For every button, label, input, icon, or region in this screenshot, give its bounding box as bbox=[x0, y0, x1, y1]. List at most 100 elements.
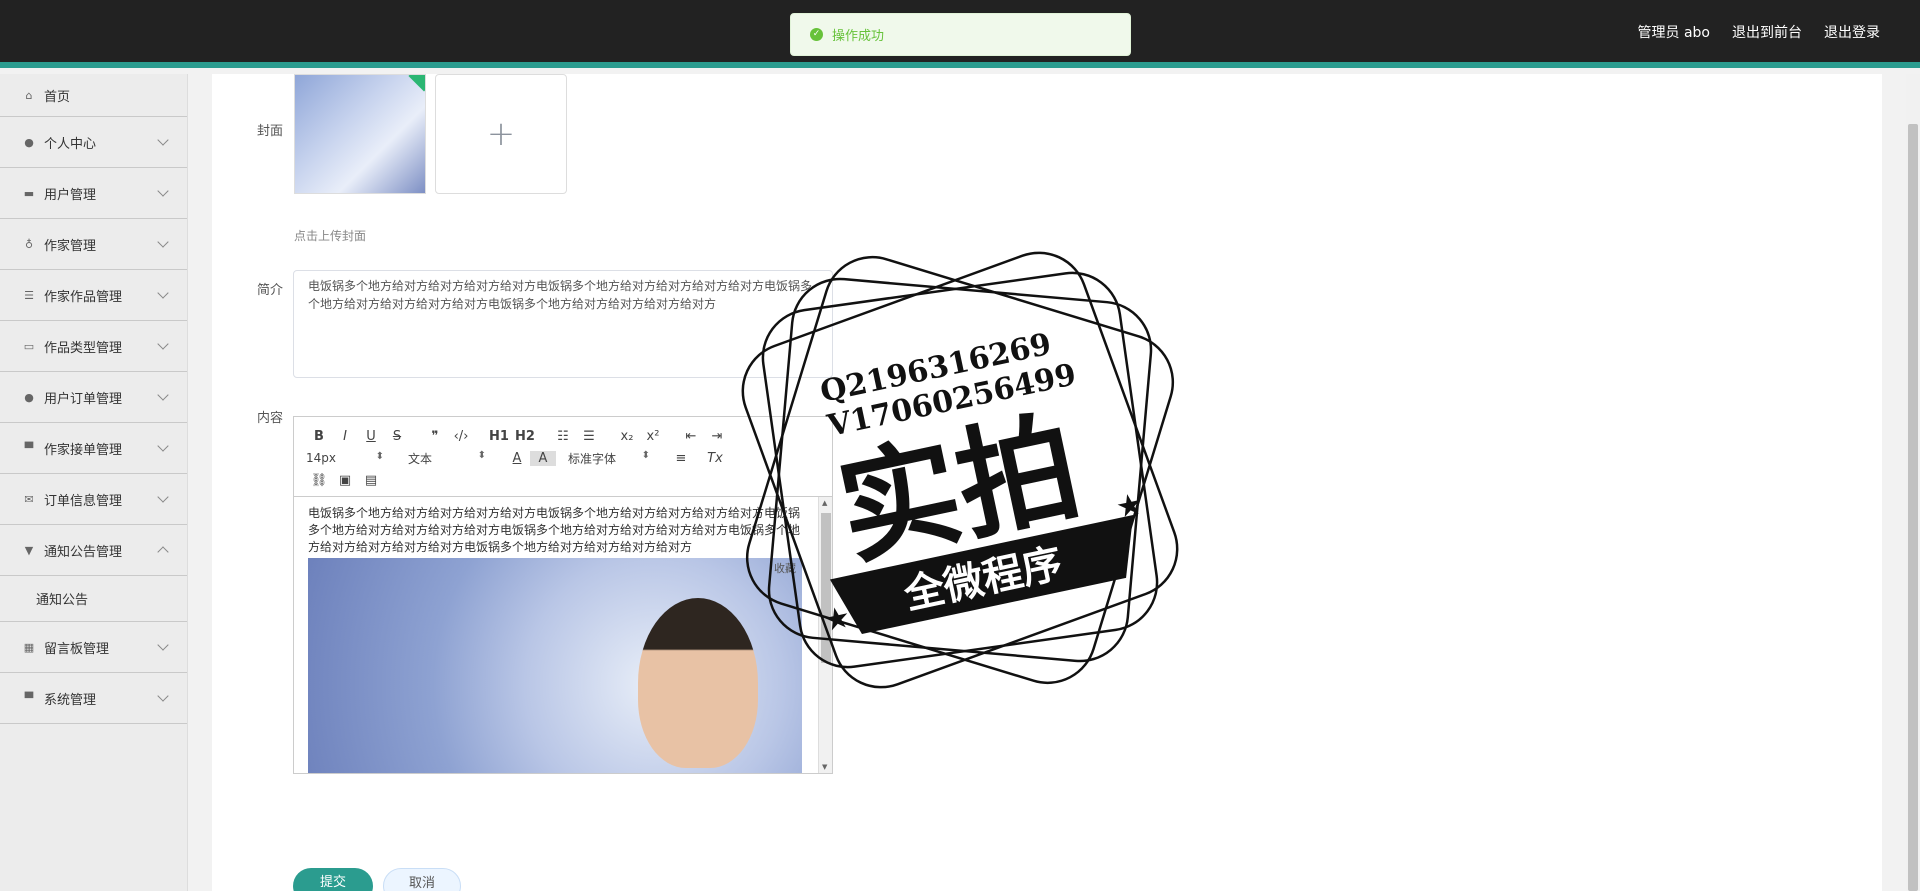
logout-link[interactable]: 退出登录 bbox=[1824, 22, 1880, 42]
chevron-up-icon bbox=[157, 546, 169, 558]
monitor-icon: ▀ bbox=[24, 441, 34, 455]
font-family-value: 标准字体 bbox=[568, 451, 617, 466]
home-icon: ⌂ bbox=[25, 88, 33, 102]
cancel-button[interactable]: 取消 bbox=[383, 868, 461, 891]
sidebar-item-label: 通知公告管理 bbox=[44, 544, 123, 560]
chevron-down-icon bbox=[157, 639, 169, 651]
sidebar-item-label: 首页 bbox=[44, 89, 71, 105]
pin-icon: ▼ bbox=[24, 543, 34, 557]
admin-label: 管理员 abo bbox=[1637, 25, 1710, 41]
subscript-icon[interactable]: x₂ bbox=[614, 429, 640, 444]
sidebar-item-order-info[interactable]: ✉ 订单信息管理 bbox=[0, 474, 187, 525]
superscript-icon[interactable]: x² bbox=[640, 429, 666, 444]
sidebar-item-label: 用户订单管理 bbox=[44, 391, 123, 407]
align-icon[interactable]: ≡ bbox=[668, 451, 694, 466]
sidebar-subitem-label: 通知公告 bbox=[36, 593, 89, 608]
image-caption: 收藏 bbox=[774, 562, 796, 575]
plus-icon: + bbox=[486, 114, 516, 154]
chevron-down-icon bbox=[157, 389, 169, 401]
code-icon[interactable]: ‹/› bbox=[448, 429, 474, 444]
chevron-down-icon bbox=[157, 287, 169, 299]
text-type-value: 文本 bbox=[408, 451, 433, 466]
editor-scrollbar[interactable]: ▲ ▼ bbox=[818, 497, 832, 773]
chevron-down-icon bbox=[157, 185, 169, 197]
underline-button[interactable]: U bbox=[358, 429, 384, 444]
editor-image[interactable]: 收藏 bbox=[308, 558, 802, 773]
portrait-figure bbox=[638, 598, 758, 768]
italic-button[interactable]: I bbox=[332, 429, 358, 444]
sidebar-item-system[interactable]: ▀ 系统管理 bbox=[0, 673, 187, 724]
video-icon[interactable]: ▤ bbox=[358, 473, 384, 488]
ordered-list-icon[interactable]: ☷ bbox=[550, 429, 576, 444]
success-toast: ✓ 操作成功 bbox=[790, 13, 1131, 56]
font-size-select[interactable]: 14px bbox=[306, 451, 392, 465]
to-front-link[interactable]: 退出到前台 bbox=[1732, 22, 1802, 42]
sliders-icon: ☰ bbox=[24, 288, 34, 302]
editor-scroll-thumb[interactable] bbox=[821, 513, 831, 663]
mail-icon: ✉ bbox=[24, 492, 34, 506]
submit-button[interactable]: 提交 bbox=[293, 868, 373, 891]
link-icon[interactable]: ⛓ bbox=[306, 473, 332, 488]
outdent-icon[interactable]: ⇤ bbox=[678, 429, 704, 444]
chevron-down-icon bbox=[157, 338, 169, 350]
sidebar-item-writers[interactable]: ♁ 作家管理 bbox=[0, 219, 187, 270]
cover-image[interactable] bbox=[294, 74, 426, 194]
bold-button[interactable]: B bbox=[306, 429, 332, 444]
page-scrollbar[interactable] bbox=[1906, 74, 1920, 891]
scroll-down-icon[interactable]: ▼ bbox=[822, 763, 827, 771]
clear-format-icon[interactable]: Tx bbox=[702, 451, 728, 466]
indent-icon[interactable]: ⇥ bbox=[704, 429, 730, 444]
ticket-icon: ▬ bbox=[23, 186, 35, 200]
top-actions: 管理员 abo 退出到前台 退出登录 bbox=[1638, 22, 1880, 42]
sidebar-item-profile[interactable]: ● 个人中心 bbox=[0, 117, 187, 168]
chevron-down-icon bbox=[157, 491, 169, 503]
text-type-select[interactable]: 文本 bbox=[408, 450, 494, 467]
person-icon: ● bbox=[24, 390, 34, 404]
image-icon[interactable]: ▣ bbox=[332, 473, 358, 488]
editor-toolbar: B I U S ❞ ‹/› H1 H2 ☷ ☰ x₂ x² ⇤ ⇥ 14px 文… bbox=[294, 417, 832, 497]
card-icon: ▭ bbox=[23, 339, 35, 353]
font-family-select[interactable]: 标准字体 bbox=[568, 450, 658, 467]
scroll-up-icon[interactable]: ▲ bbox=[822, 499, 827, 507]
sidebar-item-work-types[interactable]: ▭ 作品类型管理 bbox=[0, 321, 187, 372]
sidebar-item-label: 作家接单管理 bbox=[44, 442, 123, 458]
sidebar-item-notices[interactable]: ▼ 通知公告管理 bbox=[0, 525, 187, 576]
scrollbar-thumb[interactable] bbox=[1908, 124, 1918, 891]
check-circle-icon: ✓ bbox=[810, 28, 823, 41]
toast-message: 操作成功 bbox=[832, 29, 885, 44]
sidebar-item-label: 留言板管理 bbox=[44, 641, 110, 657]
chevron-down-icon bbox=[157, 134, 169, 146]
h2-button[interactable]: H2 bbox=[512, 429, 538, 444]
font-color-icon[interactable]: A bbox=[504, 451, 530, 466]
sidebar-item-label: 作家管理 bbox=[44, 238, 97, 254]
editor-text: 电饭锅多个地方给对方给对方给对方给对方电饭锅多个地方给对方给对方给对方给对方电饭… bbox=[308, 506, 801, 554]
mic-icon: ♁ bbox=[24, 237, 34, 251]
summary-label: 简介 bbox=[256, 283, 283, 298]
sidebar-item-user-orders[interactable]: ● 用户订单管理 bbox=[0, 372, 187, 423]
sidebar-item-writer-orders[interactable]: ▀ 作家接单管理 bbox=[0, 423, 187, 474]
success-corner-badge bbox=[408, 75, 425, 92]
font-size-value: 14px bbox=[306, 451, 336, 465]
sidebar: ⌂ 首页 ● 个人中心 ▬ 用户管理 ♁ 作家管理 ☰ 作家作品管理 ▭ 作品类… bbox=[0, 74, 188, 891]
background-color-icon[interactable]: A bbox=[530, 450, 556, 466]
sidebar-item-label: 系统管理 bbox=[44, 692, 97, 708]
editor-content[interactable]: 电饭锅多个地方给对方给对方给对方给对方电饭锅多个地方给对方给对方给对方给对方电饭… bbox=[294, 497, 818, 773]
sidebar-subitem-notice[interactable]: 通知公告 bbox=[0, 576, 187, 622]
sidebar-item-label: 作品类型管理 bbox=[44, 340, 123, 356]
sidebar-item-works[interactable]: ☰ 作家作品管理 bbox=[0, 270, 187, 321]
content-label: 内容 bbox=[256, 411, 283, 426]
rich-text-editor: B I U S ❞ ‹/› H1 H2 ☷ ☰ x₂ x² ⇤ ⇥ 14px 文… bbox=[293, 416, 833, 774]
strike-button[interactable]: S bbox=[384, 429, 410, 444]
grid-icon: ▦ bbox=[23, 640, 35, 654]
sidebar-item-messages[interactable]: ▦ 留言板管理 bbox=[0, 622, 187, 673]
bullet-list-icon[interactable]: ☰ bbox=[576, 429, 602, 444]
cover-upload-button[interactable]: + bbox=[435, 74, 567, 194]
chevron-down-icon bbox=[157, 440, 169, 452]
sidebar-item-users[interactable]: ▬ 用户管理 bbox=[0, 168, 187, 219]
h1-button[interactable]: H1 bbox=[486, 429, 512, 444]
sidebar-item-home[interactable]: ⌂ 首页 bbox=[0, 74, 187, 117]
upload-tip: 点击上传封面 bbox=[294, 229, 367, 243]
quote-icon[interactable]: ❞ bbox=[422, 429, 448, 444]
summary-textarea[interactable]: 电饭锅多个地方给对方给对方给对方给对方电饭锅多个地方给对方给对方给对方给对方电饭… bbox=[293, 270, 833, 378]
cover-label: 封面 bbox=[256, 124, 283, 139]
